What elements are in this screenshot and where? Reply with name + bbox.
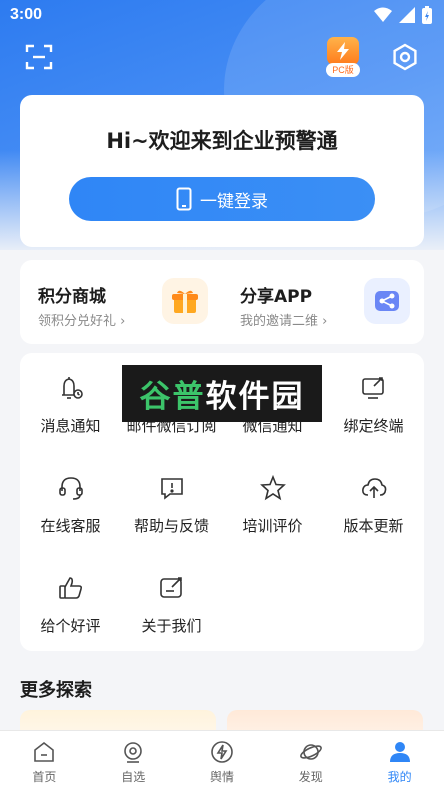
lightning-icon bbox=[178, 737, 267, 767]
thumbs-up-icon bbox=[20, 573, 121, 603]
tab-home[interactable]: 首页 bbox=[0, 731, 89, 789]
pc-badge-label: PC版 bbox=[326, 63, 360, 77]
points-mall-entry[interactable]: 积分商城 领积分兑好礼 › bbox=[20, 260, 222, 344]
bell-icon bbox=[20, 373, 121, 403]
tab-label: 我的 bbox=[387, 770, 412, 784]
one-click-login-button[interactable]: 一键登录 bbox=[69, 177, 375, 221]
tab-sentiment[interactable]: 舆情 bbox=[178, 731, 267, 789]
device-icon bbox=[323, 373, 424, 403]
tab-mine[interactable]: 我的 bbox=[355, 731, 444, 789]
menu-item[interactable]: 帮助与反馈 bbox=[121, 453, 222, 543]
status-time: 3:00 bbox=[10, 6, 43, 23]
phone-icon bbox=[176, 187, 192, 211]
menu-item[interactable]: 在线客服 bbox=[20, 453, 121, 543]
watermark-logo: 谷普 软件园 bbox=[122, 365, 322, 422]
menu-item[interactable]: 给个好评 bbox=[20, 553, 121, 643]
tab-label: 发现 bbox=[298, 770, 323, 784]
tab-discover[interactable]: 发现 bbox=[266, 731, 355, 789]
promo-subtitle: 领积分兑好礼 › bbox=[38, 314, 126, 329]
star-icon bbox=[222, 473, 323, 503]
cloud-upload-icon bbox=[323, 473, 424, 503]
watermark-white-text: 软件园 bbox=[205, 379, 305, 415]
tab-label: 舆情 bbox=[209, 770, 234, 784]
tab-label: 自选 bbox=[121, 770, 146, 784]
headset-icon bbox=[20, 473, 121, 503]
menu-item[interactable]: 版本更新 bbox=[323, 453, 424, 543]
battery-icon bbox=[422, 6, 432, 24]
promo-title: 分享APP bbox=[240, 287, 313, 307]
menu-label: 培训评价 bbox=[242, 517, 303, 535]
promo-card: 积分商城 领积分兑好礼 › 分享APP 我的邀请二维 › bbox=[20, 260, 424, 344]
settings-icon[interactable] bbox=[388, 40, 422, 74]
pc-version-badge[interactable]: PC版 bbox=[324, 37, 362, 79]
menu-label: 给个好评 bbox=[40, 617, 101, 635]
login-button-label: 一键登录 bbox=[200, 191, 268, 212]
menu-label: 版本更新 bbox=[343, 517, 404, 535]
status-icons bbox=[374, 6, 432, 24]
share-app-entry[interactable]: 分享APP 我的邀请二维 › bbox=[222, 260, 424, 344]
home-icon bbox=[0, 737, 89, 767]
lightning-icon bbox=[327, 37, 359, 65]
watermark-green-text: 谷普 bbox=[139, 379, 206, 415]
menu-item[interactable]: 绑定终端 bbox=[323, 353, 424, 443]
wifi-icon bbox=[374, 7, 392, 22]
menu-item[interactable]: 关于我们 bbox=[121, 553, 222, 643]
more-explore-title: 更多探索 bbox=[20, 680, 92, 701]
welcome-card: Hi~欢迎来到企业预警通 一键登录 bbox=[20, 95, 424, 247]
menu-item[interactable]: 消息通知 bbox=[20, 353, 121, 443]
share-icon bbox=[364, 278, 410, 324]
menu-label: 关于我们 bbox=[141, 617, 202, 635]
menu-label: 在线客服 bbox=[40, 517, 101, 535]
signal-icon bbox=[399, 7, 415, 23]
welcome-title: Hi~欢迎来到企业预警通 bbox=[106, 129, 338, 153]
gift-icon bbox=[162, 278, 208, 324]
planet-icon bbox=[266, 737, 355, 767]
menu-label: 绑定终端 bbox=[343, 417, 404, 435]
user-icon bbox=[355, 737, 444, 767]
status-bar: 3:00 bbox=[0, 0, 444, 32]
menu-label: 消息通知 bbox=[40, 417, 101, 435]
promo-subtitle: 我的邀请二维 › bbox=[240, 314, 328, 329]
tab-watchlist[interactable]: 自选 bbox=[89, 731, 178, 789]
promo-title: 积分商城 bbox=[38, 287, 106, 307]
info-icon bbox=[121, 573, 222, 603]
feedback-icon bbox=[121, 473, 222, 503]
bottom-tab-bar: 首页 自选 舆情 发现 我的 bbox=[0, 730, 444, 789]
menu-label: 帮助与反馈 bbox=[133, 517, 209, 535]
tab-label: 首页 bbox=[32, 770, 57, 784]
scan-icon[interactable] bbox=[22, 40, 56, 74]
menu-item[interactable]: 培训评价 bbox=[222, 453, 323, 543]
watch-icon bbox=[89, 737, 178, 767]
